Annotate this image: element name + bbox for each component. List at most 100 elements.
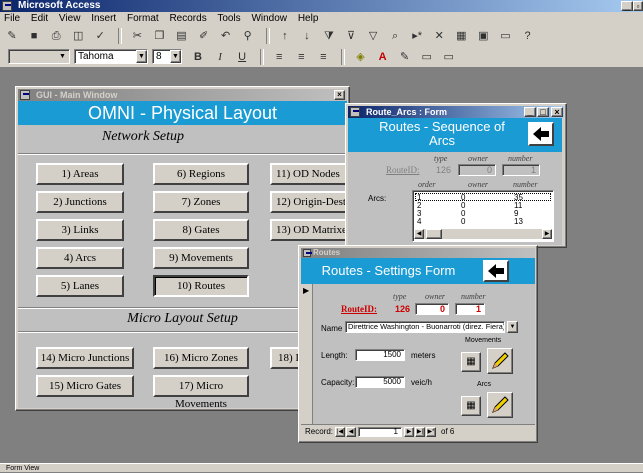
areas-button[interactable]: 1) Areas [36, 163, 124, 185]
print-preview-icon[interactable]: ◫ [70, 28, 86, 44]
font-size-combo[interactable]: 8 ▼ [152, 49, 182, 64]
micro-junctions-button[interactable]: 14) Micro Junctions [36, 347, 134, 369]
micro-zones-button[interactable]: 16) Micro Zones [153, 347, 249, 369]
menu-view[interactable]: View [59, 13, 81, 24]
micro-movements-button[interactable]: 17) Micro Movements [153, 375, 249, 410]
maximize-icon[interactable]: □ [537, 107, 549, 117]
lanes-button[interactable]: 5) Lanes [36, 275, 124, 297]
movements-edit-button[interactable] [487, 348, 513, 374]
align-left-icon[interactable]: ≡ [271, 49, 287, 65]
properties-icon[interactable]: ▦ [453, 28, 469, 44]
movements-form-button[interactable]: ▦ [461, 352, 481, 372]
od-matrixes-button[interactable]: 13) OD Matrixes [270, 219, 348, 241]
scroll-left-icon[interactable]: ◀ [414, 229, 424, 239]
sort-descending-icon[interactable]: ↓ [299, 28, 315, 44]
chevron-down-icon[interactable]: ▼ [57, 51, 68, 62]
spelling-icon[interactable]: ✓ [92, 28, 108, 44]
close-icon[interactable]: × [334, 90, 345, 100]
arcs-edit-button[interactable] [487, 392, 513, 418]
new-object-icon[interactable]: ▭ [497, 28, 513, 44]
object-combo[interactable]: ▼ [8, 49, 70, 64]
route-owner-field[interactable]: 0 [415, 303, 449, 315]
list-item[interactable]: 4 0 13 [415, 218, 551, 226]
database-window-icon[interactable]: ▣ [475, 28, 491, 44]
name-combo[interactable]: Direttrice Washington - Buonarroti (dire… [345, 321, 505, 333]
scroll-thumb[interactable] [426, 229, 442, 239]
back-arrow-button[interactable] [528, 122, 554, 146]
align-right-icon[interactable]: ≡ [315, 49, 331, 65]
regions-button[interactable]: 6) Regions [153, 163, 249, 185]
undo-icon[interactable]: ↶ [218, 28, 234, 44]
route-owner-field[interactable]: 0 [458, 164, 496, 176]
links-button[interactable]: 3) Links [36, 219, 124, 241]
routes-button[interactable]: 10) Routes [153, 275, 249, 297]
filter-by-form-icon[interactable]: ⊽ [343, 28, 359, 44]
fill-color-icon[interactable]: ◈ [353, 49, 369, 65]
find-icon[interactable]: ⌕ [387, 28, 403, 44]
format-painter-icon[interactable]: ✐ [196, 28, 212, 44]
micro-gates-button[interactable]: 15) Micro Gates [36, 375, 134, 397]
font-name-combo[interactable]: Tahoma ▼ [74, 49, 148, 64]
arcs-list[interactable]: 1 0 35 2 0 11 3 0 9 4 0 13 ◀ ▶ [412, 190, 554, 242]
menu-edit[interactable]: Edit [31, 13, 48, 24]
design-view-icon[interactable]: ✎ [4, 28, 20, 44]
close-icon[interactable]: × [551, 107, 563, 117]
menu-help[interactable]: Help [298, 13, 319, 24]
record-selector[interactable]: ▶ [301, 284, 313, 424]
prev-record-icon[interactable]: ◀ [346, 427, 356, 437]
zones-button[interactable]: 7) Zones [153, 191, 249, 213]
capacity-field[interactable]: 5000 [355, 376, 405, 388]
route-number-field[interactable]: 1 [455, 303, 485, 315]
special-effect-icon[interactable]: ▭ [441, 49, 457, 65]
movements-button[interactable]: 9) Movements [153, 247, 249, 269]
list-item[interactable]: 1 0 35 [415, 193, 551, 202]
font-color-icon[interactable]: A [375, 49, 391, 65]
print-icon[interactable]: ⎙ [48, 28, 64, 44]
menu-insert[interactable]: Insert [91, 13, 116, 24]
arcs-form-button[interactable]: ▦ [461, 396, 481, 416]
help-icon[interactable]: ? [520, 28, 536, 44]
new-record-nav-icon[interactable]: ▶* [426, 427, 436, 437]
copy-icon[interactable]: ❐ [151, 28, 167, 44]
new-record-icon[interactable]: ▸* [409, 28, 425, 44]
last-record-icon[interactable]: ▶| [415, 427, 425, 437]
gates-button[interactable]: 8) Gates [153, 219, 249, 241]
next-record-icon[interactable]: ▶ [404, 427, 414, 437]
bold-icon[interactable]: B [190, 49, 206, 65]
list-item[interactable]: 2 0 11 [415, 202, 551, 210]
minimize-icon[interactable]: _ [621, 1, 633, 12]
list-item[interactable]: 3 0 9 [415, 210, 551, 218]
filter-by-selection-icon[interactable]: ⧩ [321, 28, 337, 44]
junctions-button[interactable]: 2) Junctions [36, 191, 124, 213]
apply-filter-icon[interactable]: ▽ [365, 28, 381, 44]
origin-destination-button[interactable]: 12) Origin-Destinati [270, 191, 348, 213]
paste-icon[interactable]: ▤ [174, 28, 190, 44]
delete-record-icon[interactable]: ✕ [431, 28, 447, 44]
line-color-icon[interactable]: ✎ [397, 49, 413, 65]
scroll-right-icon[interactable]: ▶ [542, 229, 552, 239]
save-icon[interactable]: ■ [26, 28, 42, 44]
underline-icon[interactable]: U [234, 49, 250, 65]
record-number-field[interactable]: 1 [358, 427, 402, 437]
route-number-field[interactable]: 1 [502, 164, 540, 176]
line-width-icon[interactable]: ▭ [419, 49, 435, 65]
italic-icon[interactable]: I [212, 49, 228, 65]
menu-format[interactable]: Format [127, 13, 159, 24]
cut-icon[interactable]: ✂ [129, 28, 145, 44]
back-arrow-button[interactable] [483, 260, 509, 282]
restore-icon[interactable]: ▫ [633, 1, 643, 11]
chevron-down-icon[interactable]: ▼ [170, 50, 181, 63]
menu-window[interactable]: Window [251, 13, 287, 24]
menu-file[interactable]: File [4, 13, 20, 24]
align-center-icon[interactable]: ≡ [293, 49, 309, 65]
arcs-button[interactable]: 4) Arcs [36, 247, 124, 269]
chevron-down-icon[interactable]: ▼ [136, 50, 147, 63]
length-field[interactable]: 1500 [355, 349, 405, 361]
minimize-icon[interactable]: _ [524, 107, 536, 117]
chevron-down-icon[interactable]: ▼ [507, 321, 518, 333]
first-record-icon[interactable]: |◀ [335, 427, 345, 437]
horizontal-scrollbar[interactable]: ◀ ▶ [414, 229, 552, 239]
hyperlink-icon[interactable]: ⚲ [240, 28, 256, 44]
menu-records[interactable]: Records [169, 13, 206, 24]
sort-ascending-icon[interactable]: ↑ [277, 28, 293, 44]
